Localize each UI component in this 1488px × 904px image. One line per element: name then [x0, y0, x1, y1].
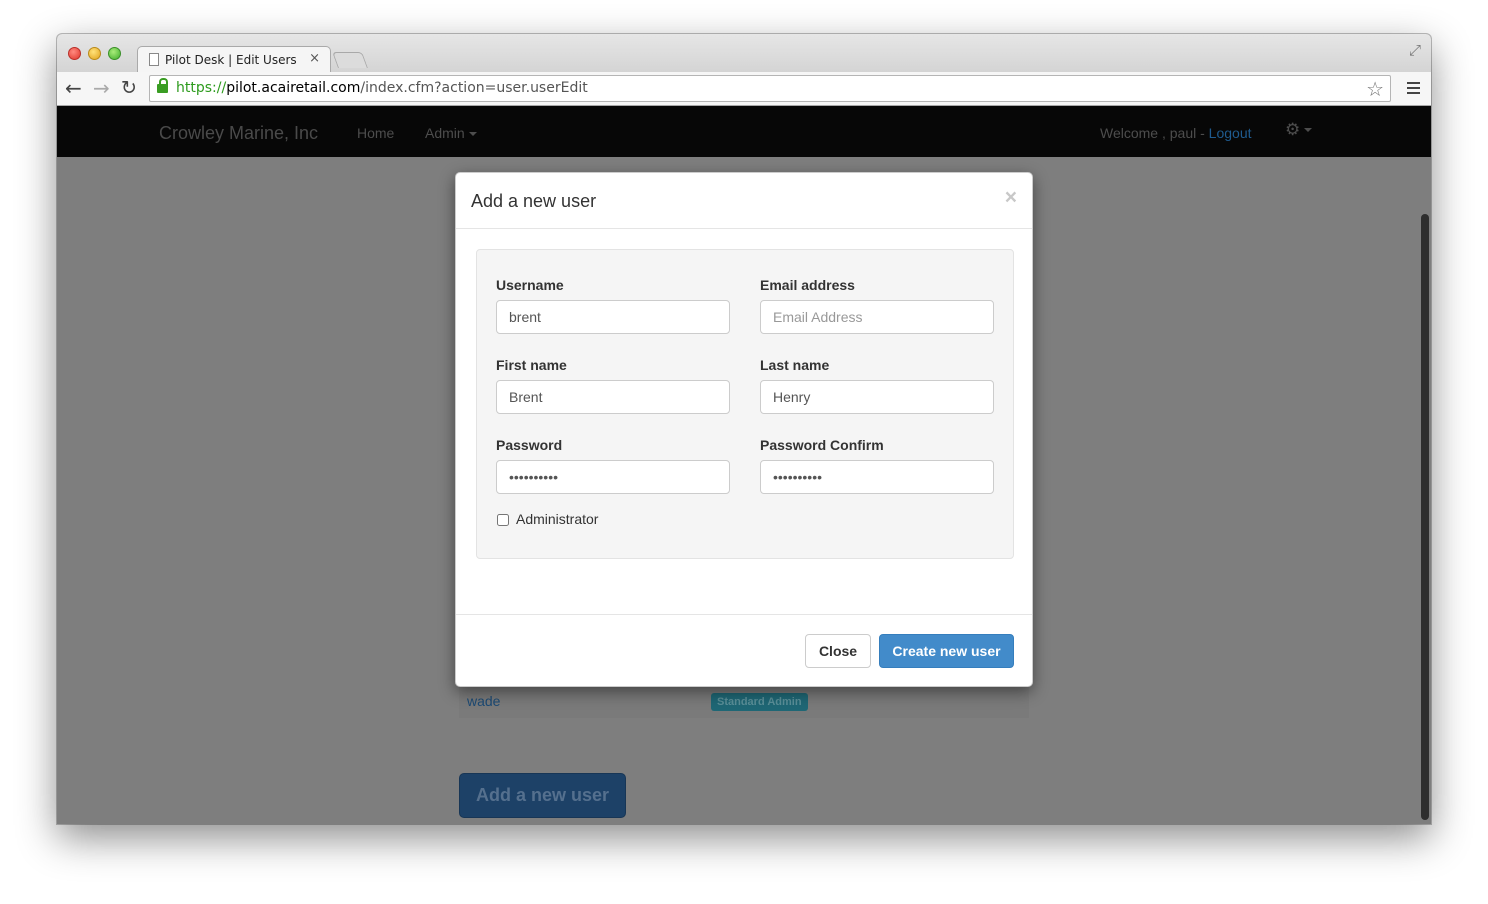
modal-footer: Close Create new user [456, 614, 1032, 688]
last-name-input[interactable] [760, 380, 994, 414]
email-label: Email address [760, 277, 855, 293]
password-label: Password [496, 437, 563, 453]
tab-strip: Pilot Desk | Edit Users × ⤢ [57, 34, 1431, 72]
modal-close-icon[interactable]: × [1005, 186, 1017, 210]
tab-close-icon[interactable]: × [309, 51, 320, 66]
welcome-label: Welcome , paul - [1100, 125, 1209, 141]
password-input[interactable] [496, 460, 730, 494]
role-badge: Standard Admin [711, 693, 808, 711]
administrator-label: Administrator [516, 511, 599, 527]
user-form: Username Email address First name Last n… [476, 249, 1014, 559]
create-user-button[interactable]: Create new user [879, 634, 1014, 668]
nav-home-link[interactable]: Home [357, 125, 394, 141]
browser-tab[interactable]: Pilot Desk | Edit Users × [137, 46, 331, 72]
last-name-label: Last name [760, 357, 830, 373]
nav-admin-dropdown[interactable]: Admin [425, 125, 477, 141]
back-arrow-icon[interactable]: ← [65, 77, 82, 99]
fullscreen-icon[interactable]: ⤢ [1409, 42, 1421, 59]
browser-window: Pilot Desk | Edit Users × ⤢ ← → ↻ https:… [57, 34, 1431, 824]
site-navbar: Crowley Marine, Inc Home Admin Welcome ,… [57, 106, 1431, 157]
minimize-window-button[interactable] [88, 47, 101, 60]
bookmark-star-icon[interactable]: ☆ [1366, 77, 1384, 101]
welcome-text: Welcome , paul - Logout [1100, 125, 1252, 141]
lock-icon [157, 78, 168, 93]
url-text: https://pilot.acairetail.com/index.cfm?a… [176, 80, 588, 96]
first-name-input[interactable] [496, 380, 730, 414]
modal-title: Add a new user [471, 191, 597, 211]
tab-title: Pilot Desk | Edit Users [165, 53, 297, 67]
gear-icon: ⚙ [1285, 120, 1301, 140]
logout-link[interactable]: Logout [1209, 125, 1252, 141]
administrator-checkbox[interactable] [497, 514, 509, 526]
close-button[interactable]: Close [805, 634, 871, 668]
reload-icon[interactable]: ↻ [121, 77, 137, 99]
nav-admin-label: Admin [425, 125, 465, 141]
close-window-button[interactable] [68, 47, 81, 60]
url-scheme: https:// [176, 80, 227, 96]
modal-header: Add a new user × [456, 173, 1032, 229]
brand-link[interactable]: Crowley Marine, Inc [159, 123, 318, 144]
settings-dropdown[interactable]: ⚙ [1285, 120, 1313, 140]
first-name-label: First name [496, 357, 567, 373]
forward-arrow-icon[interactable]: → [93, 77, 110, 99]
page-scrollbar[interactable] [1421, 214, 1429, 820]
page-icon [149, 53, 159, 66]
browser-menu-icon[interactable] [1407, 82, 1420, 94]
caret-down-icon [468, 132, 477, 137]
add-user-modal: Add a new user × Username Email address … [455, 172, 1033, 687]
page-viewport: Crowley Marine, Inc Home Admin Welcome ,… [57, 106, 1431, 824]
email-input[interactable] [760, 300, 994, 334]
password-confirm-label: Password Confirm [760, 437, 884, 453]
url-path: /index.cfm?action=user.userEdit [360, 80, 588, 96]
username-label: Username [496, 277, 564, 293]
url-host: pilot.acairetail.com [226, 80, 361, 96]
zoom-window-button[interactable] [108, 47, 121, 60]
username-input[interactable] [496, 300, 730, 334]
new-tab-button[interactable] [332, 52, 368, 68]
password-confirm-input[interactable] [760, 460, 994, 494]
address-bar[interactable]: https://pilot.acairetail.com/index.cfm?a… [149, 75, 1391, 102]
user-link[interactable]: wade [467, 693, 500, 709]
add-new-user-button[interactable]: Add a new user [459, 773, 626, 818]
caret-down-icon [1304, 128, 1313, 132]
browser-toolbar: ← → ↻ https://pilot.acairetail.com/index… [57, 72, 1431, 106]
